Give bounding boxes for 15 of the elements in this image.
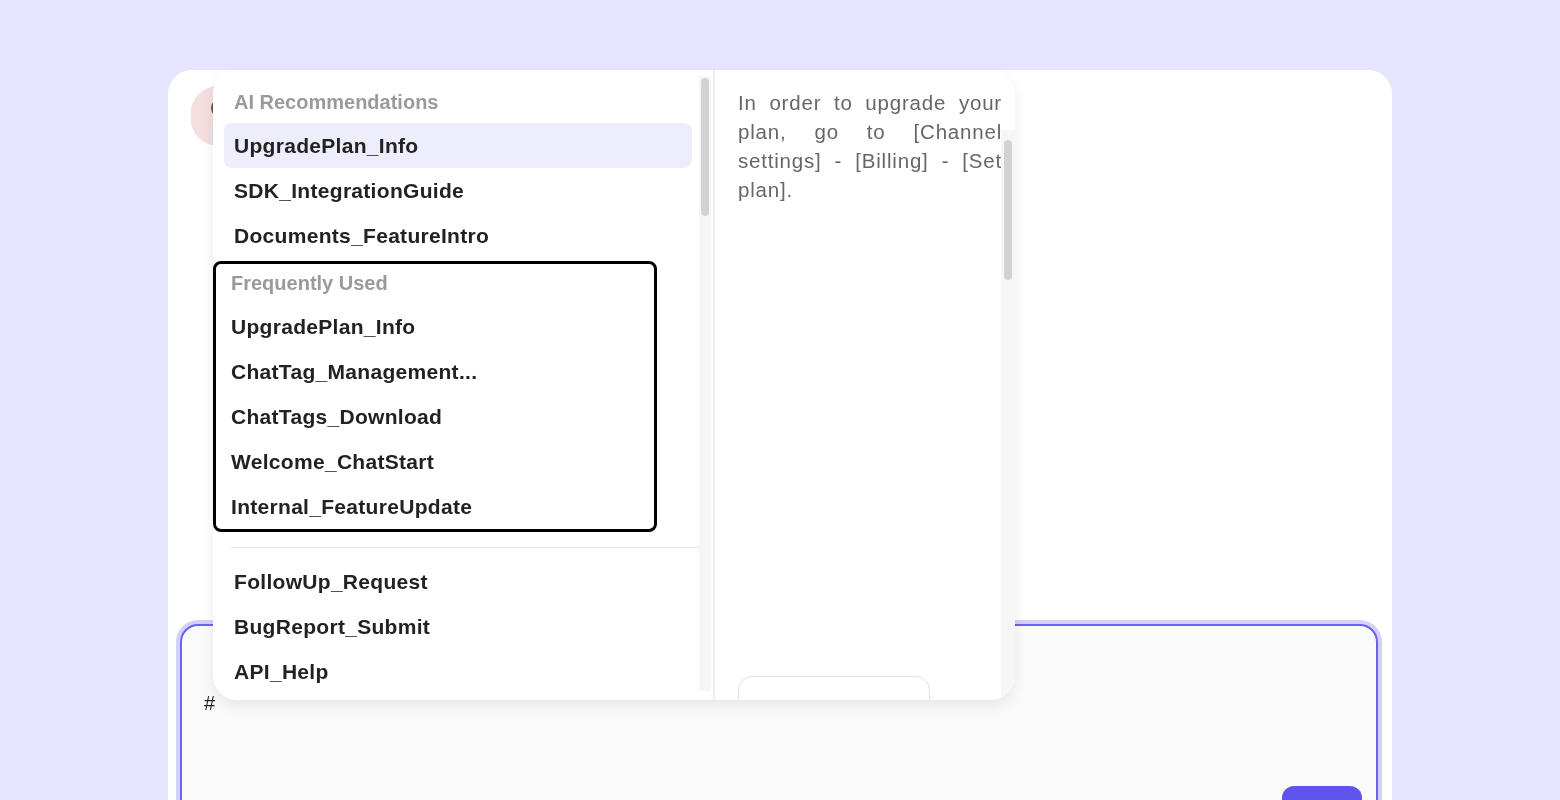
template-item[interactable]: SDK_IntegrationGuide <box>224 168 692 213</box>
template-item[interactable]: FollowUp_Request <box>224 559 692 604</box>
template-item[interactable]: Welcome_ChatStart <box>221 439 654 484</box>
template-preview-text: In order to upgrade your plan, go to [Channel settings] - [Billing] - [Set plan]. <box>738 90 1002 203</box>
scrollbar[interactable] <box>699 76 711 691</box>
template-item[interactable]: UpgradePlan_Info <box>221 304 654 349</box>
template-item[interactable]: ChatTag_Management... <box>221 349 654 394</box>
section-heading: AI Recommendations <box>233 90 440 115</box>
template-item[interactable]: Documents_FeatureIntro <box>224 213 692 258</box>
section-heading: Frequently Used <box>230 271 389 296</box>
template-item[interactable]: UpgradePlan_Info <box>224 123 692 168</box>
template-item[interactable]: ChatTags_Download <box>221 394 654 439</box>
template-item[interactable]: Internal_FeatureUpdate <box>221 484 654 529</box>
message-text: # <box>204 692 216 715</box>
template-item[interactable]: API_Help <box>224 649 692 694</box>
